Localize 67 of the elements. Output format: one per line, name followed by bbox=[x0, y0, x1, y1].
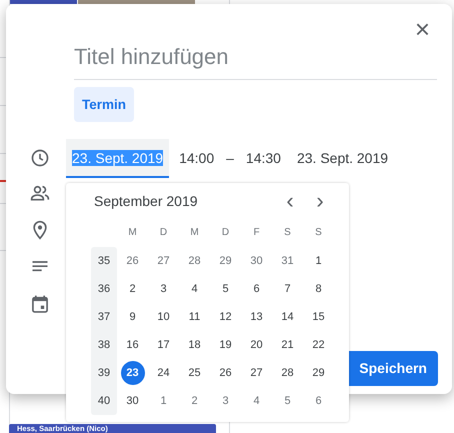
day-cell[interactable]: 29 bbox=[306, 361, 330, 385]
day-cell[interactable]: 16 bbox=[120, 333, 144, 357]
day-cell[interactable]: 6 bbox=[244, 277, 268, 301]
day-cell[interactable]: 18 bbox=[182, 333, 206, 357]
day-cell[interactable]: 27 bbox=[244, 361, 268, 385]
day-cell[interactable]: 2 bbox=[182, 389, 206, 413]
weekday-label: M bbox=[189, 226, 200, 240]
day-cell[interactable]: 13 bbox=[244, 305, 268, 329]
week-number: 39 bbox=[91, 359, 117, 387]
month-title: September 2019 bbox=[94, 192, 199, 211]
day-cell[interactable]: 15 bbox=[306, 305, 330, 329]
start-time[interactable]: 14:00 bbox=[179, 148, 214, 169]
week-number: 35 bbox=[91, 247, 117, 275]
weekday-label: F bbox=[252, 226, 261, 240]
event-type-tab[interactable]: Termin bbox=[74, 87, 134, 122]
day-cell[interactable]: 6 bbox=[306, 389, 330, 413]
day-cell[interactable]: 3 bbox=[214, 389, 238, 413]
weekday-label: D bbox=[220, 226, 230, 240]
day-cell[interactable]: 31 bbox=[276, 249, 300, 273]
day-cell[interactable]: 11 bbox=[182, 305, 206, 329]
day-cell[interactable]: 23 bbox=[120, 361, 144, 385]
week-number: 38 bbox=[91, 331, 117, 359]
day-cell[interactable]: 26 bbox=[120, 249, 144, 273]
weekday-label: S bbox=[283, 226, 292, 240]
day-cell[interactable]: 30 bbox=[120, 389, 144, 413]
weekday-label: M bbox=[127, 226, 138, 240]
weekday-label: S bbox=[314, 226, 323, 240]
day-cell[interactable]: 1 bbox=[152, 389, 176, 413]
day-cell[interactable]: 28 bbox=[276, 361, 300, 385]
day-cell[interactable]: 14 bbox=[276, 305, 300, 329]
day-cell[interactable]: 5 bbox=[276, 389, 300, 413]
day-cell[interactable]: 1 bbox=[306, 249, 330, 273]
clock-icon bbox=[30, 148, 50, 168]
day-cell[interactable]: 30 bbox=[244, 249, 268, 273]
calendar-icon bbox=[30, 294, 50, 314]
day-cell[interactable]: 27 bbox=[152, 249, 176, 273]
people-icon bbox=[30, 183, 50, 203]
time-separator: – bbox=[226, 149, 234, 168]
day-cell[interactable]: 19 bbox=[214, 333, 238, 357]
end-time[interactable]: 14:30 bbox=[246, 148, 281, 169]
day-cell[interactable]: 17 bbox=[152, 333, 176, 357]
day-cell[interactable]: 8 bbox=[306, 277, 330, 301]
end-date[interactable]: 23. Sept. 2019 bbox=[296, 148, 388, 169]
day-cell[interactable]: 26 bbox=[214, 361, 238, 385]
day-cell[interactable]: 21 bbox=[276, 333, 300, 357]
title-field[interactable]: Titel hinzufügen bbox=[74, 38, 437, 80]
day-cell[interactable]: 20 bbox=[244, 333, 268, 357]
day-cell[interactable]: 2 bbox=[120, 277, 144, 301]
week-number: 37 bbox=[91, 303, 117, 331]
day-cell[interactable]: 22 bbox=[306, 333, 330, 357]
week-number: 36 bbox=[91, 275, 117, 303]
day-cell[interactable]: 28 bbox=[182, 249, 206, 273]
day-cell[interactable]: 4 bbox=[244, 389, 268, 413]
day-cell[interactable]: 3 bbox=[152, 277, 176, 301]
day-cell[interactable]: 5 bbox=[214, 277, 238, 301]
day-cell[interactable]: 12 bbox=[214, 305, 238, 329]
day-cell[interactable]: 10 bbox=[152, 305, 176, 329]
next-month-button[interactable]: › bbox=[305, 191, 335, 211]
previous-month-button[interactable]: ‹ bbox=[275, 191, 305, 211]
day-cell[interactable]: 29 bbox=[214, 249, 238, 273]
week-number: 40 bbox=[91, 387, 117, 415]
day-cell[interactable]: 4 bbox=[182, 277, 206, 301]
day-cell[interactable]: 25 bbox=[182, 361, 206, 385]
weekday-label: D bbox=[158, 226, 168, 240]
day-cell[interactable]: 7 bbox=[276, 277, 300, 301]
day-cell[interactable]: 24 bbox=[152, 361, 176, 385]
day-cell[interactable]: 9 bbox=[120, 305, 144, 329]
